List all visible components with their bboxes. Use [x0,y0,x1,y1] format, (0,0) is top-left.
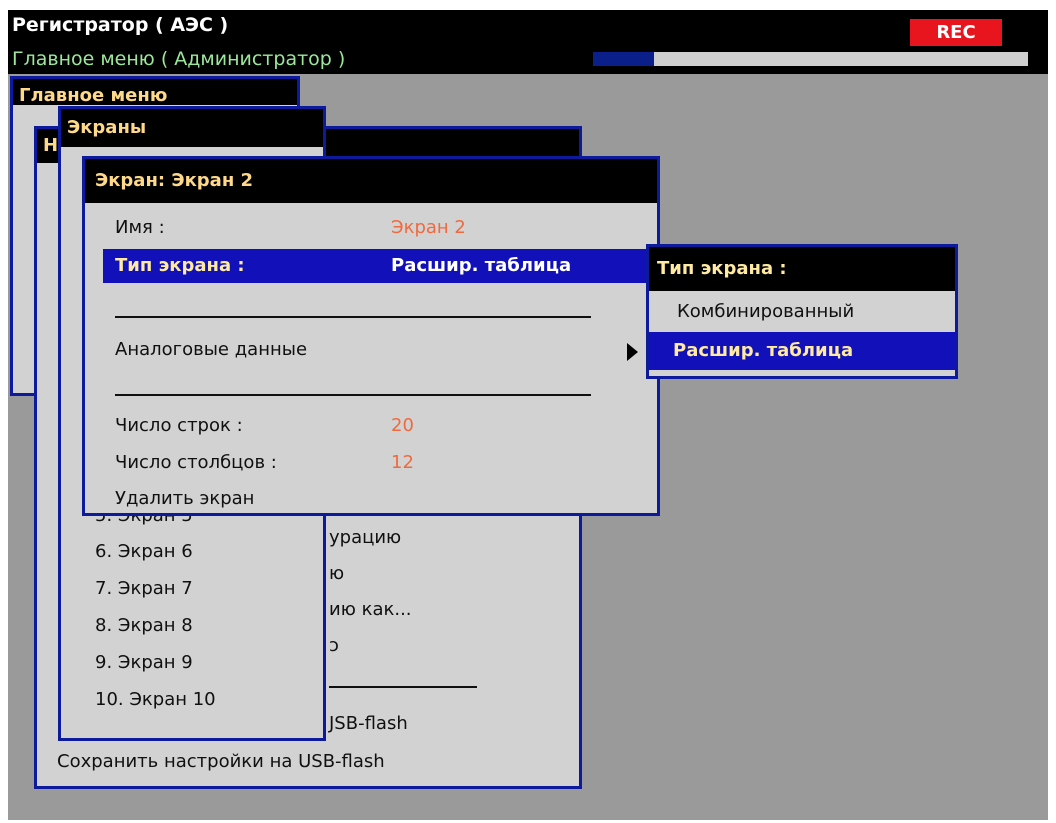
triangle-right-icon [627,343,638,361]
settings-separator [329,686,477,688]
menu-path: Главное меню ( Администратор ) [12,48,346,70]
dialog-separator-bottom [115,394,591,396]
name-value[interactable]: Экран 2 [391,217,466,238]
rec-indicator: REC [910,19,1002,46]
status-header: Регистратор ( АЭС ) Главное меню ( Админ… [8,10,1048,74]
option-combined[interactable]: Комбинированный [677,301,854,322]
device-screen: Регистратор ( АЭС ) Главное меню ( Админ… [8,10,1048,820]
rows-value[interactable]: 20 [391,415,414,436]
app-title: Регистратор ( АЭС ) [12,14,229,36]
option-extended-table[interactable]: Расшир. таблица [649,332,955,370]
delete-screen-item[interactable]: Удалить экран [115,488,254,509]
cols-value[interactable]: 12 [391,452,414,473]
screens-window-title: Экраны [61,109,323,147]
screen-list-item[interactable]: 8. Экран 8 [95,615,193,636]
rows-label: Число строк : [115,415,243,436]
main-menu-title: Главное меню [13,79,297,105]
memory-progress-bar [593,52,1028,66]
screen-type-label: Тип экрана : [115,255,245,276]
menu-item-save-config[interactable]: урацию [329,527,401,548]
menu-item-load-config[interactable]: ю [329,563,344,584]
screen-type-value: Расшир. таблица [391,255,572,276]
menu-item-partial[interactable]: ɔ [329,635,339,656]
menu-item-load-usb[interactable]: JSB-flash [329,713,408,734]
screen-list-item[interactable]: 6. Экран 6 [95,541,193,562]
cols-label: Число столбцов : [115,452,277,473]
dialog-separator-top [115,316,591,318]
screen-type-popup: Тип экрана : Комбинированный Расшир. таб… [646,244,958,379]
screen-dialog-title: Экран: Экран 2 [85,159,657,203]
menu-item-save-config-as[interactable]: ию как... [329,599,412,620]
screen-type-row[interactable]: Тип экрана : Расшир. таблица [103,249,663,283]
menu-item-save-usb[interactable]: Сохранить настройки на USB-flash [57,751,385,772]
analog-data-item[interactable]: Аналоговые данные [115,339,307,360]
screen-list-item[interactable]: 9. Экран 9 [95,652,193,673]
screen-list-item[interactable]: 10. Экран 10 [95,689,216,710]
screen-type-popup-title: Тип экрана : [649,247,955,291]
option-extended-table-label: Расшир. таблица [673,340,854,361]
screen-dialog: Экран: Экран 2 Имя : Экран 2 Тип экрана … [82,156,663,516]
name-label: Имя : [115,217,165,238]
screen-list-item[interactable]: 7. Экран 7 [95,578,193,599]
memory-progress-fill [593,52,654,66]
